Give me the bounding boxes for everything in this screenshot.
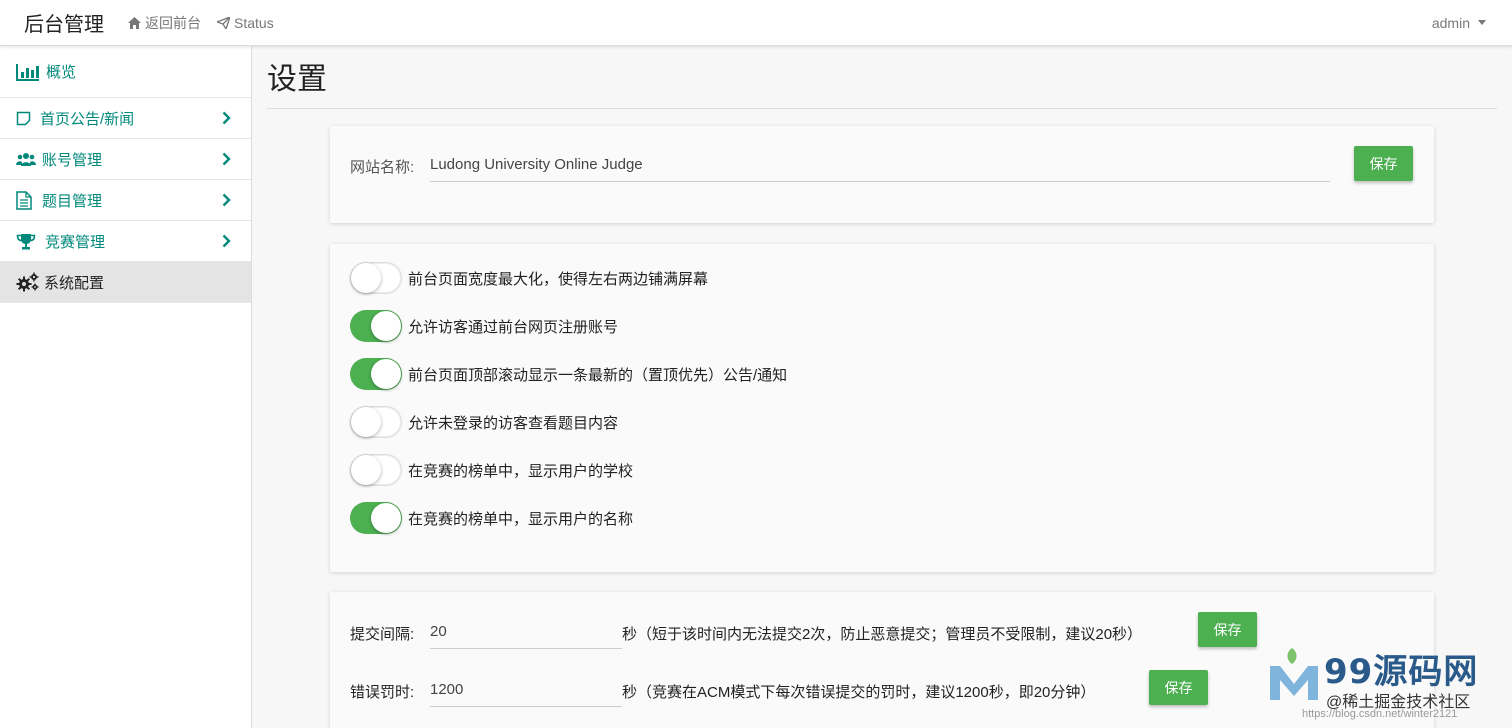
trophy-icon (16, 233, 42, 250)
toggle-row: 允许未登录的访客查看题目内容 (350, 406, 618, 438)
status-link-label: Status (234, 14, 274, 31)
document-icon (16, 190, 42, 210)
sidebar-item-announcements[interactable]: 首页公告/新闻 (0, 98, 251, 139)
toggle-label: 允许访客通过前台网页注册账号 (408, 318, 619, 336)
back-to-frontend-link[interactable]: 返回前台 (128, 13, 201, 33)
toggle-switch[interactable] (350, 262, 402, 294)
sidebar-item-label: 题目管理 (42, 192, 103, 210)
chevron-right-icon (222, 152, 231, 166)
submit-interval-note: 秒（短于该时间内无法提交2次，防止恶意提交；管理员不受限制，建议20秒） (622, 626, 1143, 643)
site-name-label: 网站名称: (350, 159, 415, 176)
site-name-card: 网站名称: Ludong University Online Judge 保存 (330, 126, 1434, 223)
caret-down-icon (1478, 20, 1486, 25)
toggle-label: 在竞赛的榜单中，显示用户的学校 (408, 462, 634, 480)
watermark-url: https://blog.csdn.net/winter2121 (1302, 708, 1458, 720)
users-icon (16, 152, 42, 167)
toggle-switch[interactable] (350, 454, 402, 486)
sidebar-item-overview[interactable]: 概览 (0, 46, 251, 98)
sidebar-item-label: 系统配置 (44, 274, 105, 292)
sidebar-item-system-config[interactable]: 系统配置 (0, 262, 251, 303)
save-site-name-button[interactable]: 保存 (1354, 146, 1413, 181)
toggle-row: 允许访客通过前台网页注册账号 (350, 310, 618, 342)
chevron-right-icon (222, 234, 231, 248)
sidebar-item-contests[interactable]: 竞赛管理 (0, 221, 251, 262)
user-menu[interactable]: admin (1432, 15, 1486, 31)
gears-icon (16, 272, 42, 292)
toggles-card: 前台页面宽度最大化，使得左右两边铺满屏幕 允许访客通过前台网页注册账号 前台页面… (330, 244, 1434, 572)
toggle-row: 在竞赛的榜单中，显示用户的学校 (350, 454, 633, 486)
toggle-switch[interactable] (350, 406, 402, 438)
site-name-input[interactable]: Ludong University Online Judge (430, 156, 1330, 182)
brand-title[interactable]: 后台管理 (24, 8, 104, 37)
back-link-label: 返回前台 (145, 14, 201, 31)
paper-plane-icon (217, 16, 230, 29)
sidebar-item-label: 账号管理 (42, 151, 103, 169)
watermark-logo (1270, 648, 1318, 700)
note-icon (16, 111, 42, 126)
save-penalty-button[interactable]: 保存 (1149, 670, 1208, 705)
penalty-note: 秒（竞赛在ACM模式下每次错误提交的罚时，建议1200秒，即20分钟） (622, 684, 1096, 701)
page-title: 设置 (267, 63, 327, 96)
toggle-switch[interactable] (350, 310, 402, 342)
submit-interval-label: 提交间隔: (350, 626, 415, 643)
divider (267, 108, 1497, 109)
watermark: 99源码网 @稀土掘金技术社区 https://blog.csdn.net/wi… (1262, 638, 1512, 728)
chevron-right-icon (222, 193, 231, 207)
main-content: 设置 网站名称: Ludong University Online Judge … (252, 46, 1512, 728)
toggle-row: 前台页面宽度最大化，使得左右两边铺满屏幕 (350, 262, 708, 294)
toggle-label: 前台页面顶部滚动显示一条最新的（置顶优先）公告/通知 (408, 366, 788, 384)
toggle-switch[interactable] (350, 358, 402, 390)
top-navbar: 后台管理 返回前台 Status admin (0, 0, 1512, 46)
sidebar-item-label: 首页公告/新闻 (40, 110, 135, 128)
save-submit-interval-button[interactable]: 保存 (1198, 612, 1257, 647)
toggle-row: 前台页面顶部滚动显示一条最新的（置顶优先）公告/通知 (350, 358, 787, 390)
toggle-switch[interactable] (350, 502, 402, 534)
sidebar-item-label: 竞赛管理 (45, 233, 106, 251)
status-link[interactable]: Status (217, 15, 274, 31)
penalty-input[interactable]: 1200 (430, 681, 622, 707)
sidebar-item-label: 概览 (46, 64, 77, 81)
sidebar-item-problems[interactable]: 题目管理 (0, 180, 251, 221)
sidebar-item-accounts[interactable]: 账号管理 (0, 139, 251, 180)
toggle-label: 允许未登录的访客查看题目内容 (408, 414, 619, 432)
penalty-label: 错误罚时: (350, 684, 415, 701)
submit-interval-input[interactable]: 20 (430, 623, 622, 649)
toggle-knob (351, 263, 381, 293)
toggle-knob (351, 455, 381, 485)
toggle-knob (371, 503, 401, 533)
chevron-right-icon (222, 111, 231, 125)
toggle-label: 前台页面宽度最大化，使得左右两边铺满屏幕 (408, 270, 709, 288)
home-icon (128, 16, 141, 29)
toggle-knob (371, 359, 401, 389)
username: admin (1431, 14, 1470, 31)
toggle-knob (371, 311, 401, 341)
toggle-knob (351, 407, 381, 437)
watermark-title: 99源码网 (1324, 652, 1479, 692)
sidebar: 概览 首页公告/新闻 账号管理 题目管理 竞赛管理 系统配置 (0, 46, 252, 728)
toggle-row: 在竞赛的榜单中，显示用户的名称 (350, 502, 633, 534)
toggle-label: 在竞赛的榜单中，显示用户的名称 (408, 510, 634, 528)
bar-chart-icon (16, 63, 42, 81)
